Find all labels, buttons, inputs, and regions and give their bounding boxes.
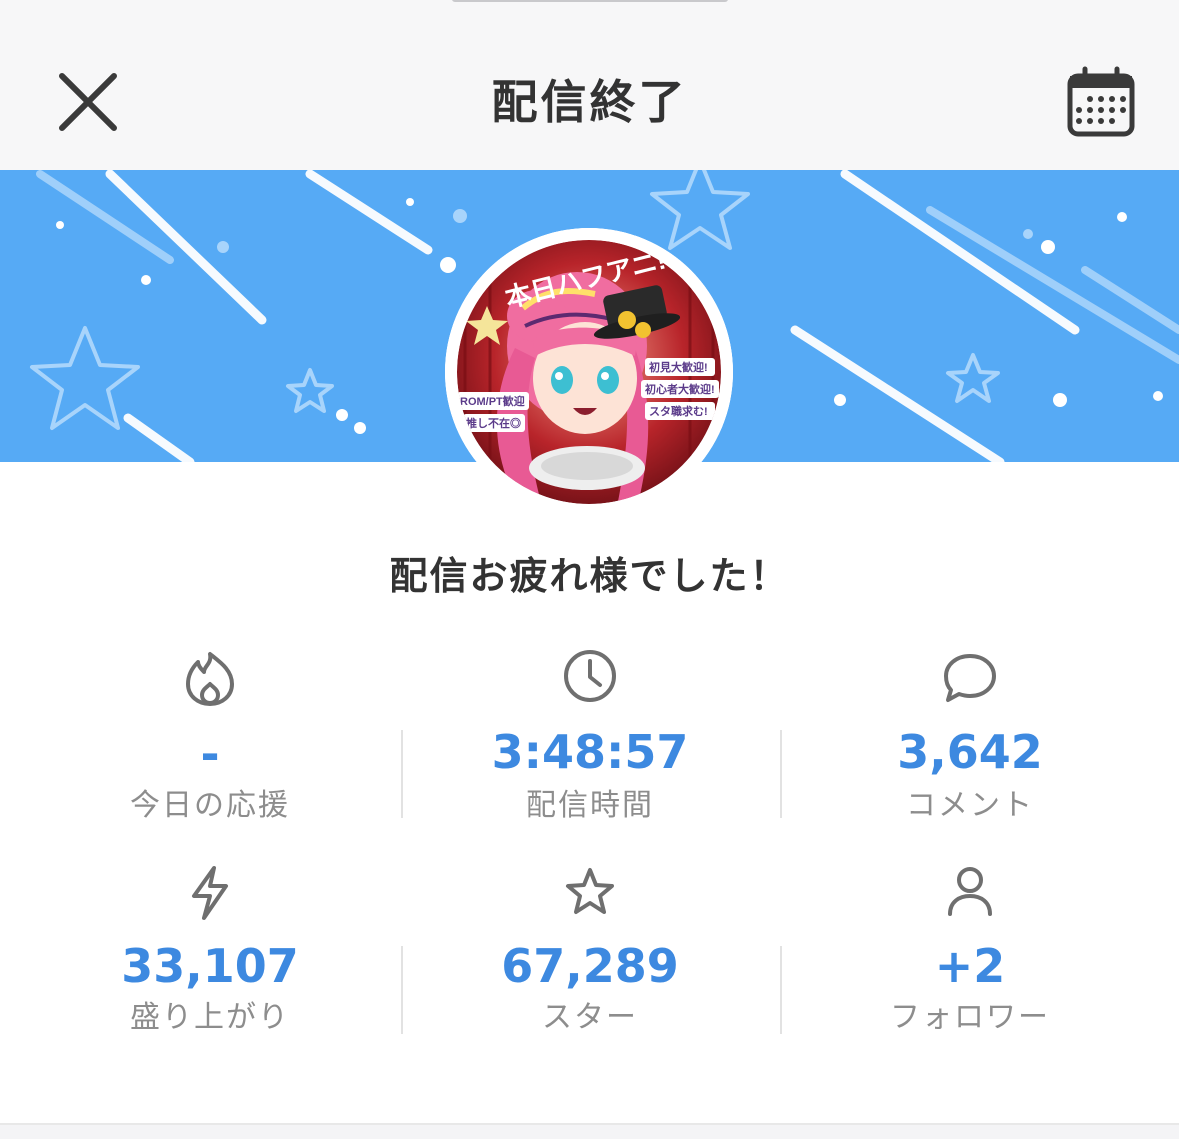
bottom-area [0,1125,1179,1139]
clock-icon [564,650,616,702]
stat-label: 配信時間 [526,788,654,823]
header-bar: 配信終了 [0,0,1179,170]
stat-comments: 3,642 コメント [780,640,1160,830]
stat-value: 67,289 [501,939,679,993]
badge-line: 推し不在◎ [466,416,521,430]
stat-value: 3:48:57 [491,725,689,779]
badge-line: 初見大歓迎! [649,360,708,374]
stat-followers: +2 フォロワー [780,856,1160,1046]
stat-stars: 67,289 スター [400,856,780,1046]
stat-value: 3,642 [897,725,1043,779]
streamer-avatar[interactable]: 本日ハフアニ!! 初見大歓迎! 初心者大歓迎! スタ職求む! ROM/PT歓迎 … [445,228,733,516]
stat-label: フォロワー [890,1000,1050,1035]
stat-value: - [200,727,220,781]
badge-line: スタ職求む! [649,404,708,418]
comment-icon [944,654,996,702]
lightning-icon [192,866,228,920]
stat-stream-time: 3:48:57 配信時間 [400,640,780,830]
stat-label: 今日の応援 [130,788,290,823]
stat-excitement: 33,107 盛り上がり [20,856,400,1046]
star-icon [566,868,614,914]
stat-value: +2 [934,939,1006,993]
badge-line: 初心者大歓迎! [645,382,715,396]
stat-value: 33,107 [121,939,299,993]
flame-icon [186,652,234,706]
thank-you-message: 配信お疲れ様でした！ [389,554,790,598]
stat-label: コメント [906,788,1034,823]
person-icon [948,867,992,916]
stat-support-today: - 今日の応援 [20,640,400,830]
page-title: 配信終了 [491,75,688,129]
stat-label: 盛り上がり [130,1000,290,1035]
calendar-button[interactable] [1066,66,1136,138]
stat-label: スター [542,1000,638,1035]
badge-line: ROM/PT歓迎 [460,394,525,408]
calendar-icon [1067,66,1135,137]
sheet-grabber[interactable] [452,0,728,2]
